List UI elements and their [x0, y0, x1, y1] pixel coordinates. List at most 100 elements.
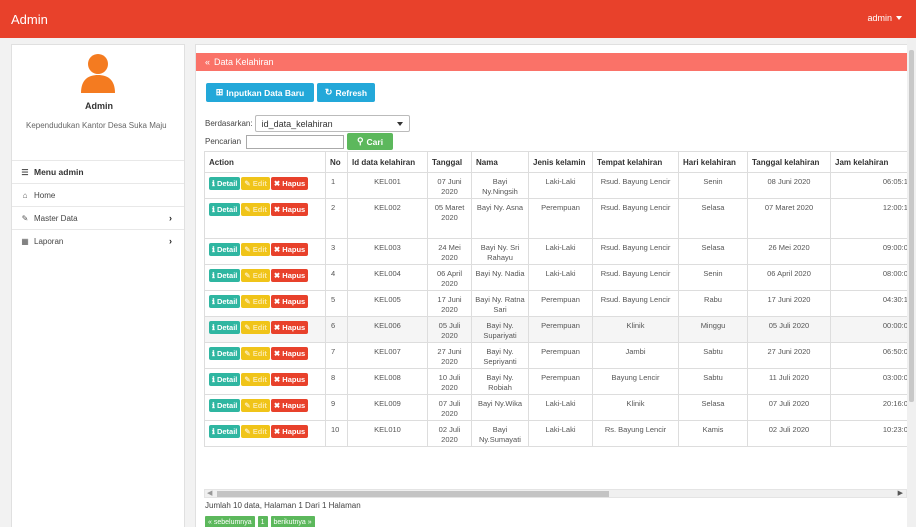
- delete-button[interactable]: ✖ Hapus: [270, 269, 309, 282]
- edit-button[interactable]: ✎ Edit: [241, 425, 270, 438]
- cell-id: KEL004: [347, 264, 428, 291]
- cell-nama: Bayi Ny.Sumayati: [471, 420, 529, 447]
- cell-hari: Senin: [678, 172, 748, 199]
- edit-button[interactable]: ✎ Edit: [241, 373, 270, 386]
- filter-label: Berdasarkan:: [205, 119, 253, 128]
- add-data-button[interactable]: ⊞ Inputkan Data Baru: [206, 83, 314, 102]
- pagination: « sebelumnya 1 berikutnya »: [205, 516, 315, 527]
- search-row: Pencarian ⚲ Cari: [205, 133, 394, 150]
- cell-jk: Perempuan: [528, 342, 593, 369]
- sidebar-item-master-data[interactable]: ✎ Master Data ›: [12, 206, 184, 229]
- cell-id: KEL006: [347, 316, 428, 343]
- detail-button[interactable]: ℹ Detail: [209, 373, 241, 386]
- refresh-button[interactable]: ↻ Refresh: [317, 83, 375, 102]
- next-page-button[interactable]: berikutnya »: [270, 516, 315, 527]
- scrollbar-thumb[interactable]: [217, 491, 609, 497]
- cell-jk: Laki-Laki: [528, 394, 593, 421]
- table-row: ℹ Detail ✎ Edit ✖ Hapus 10 KEL010 02 Juli 202…: [204, 420, 913, 447]
- cell-hari: Selasa: [678, 394, 748, 421]
- sidebar-item-laporan[interactable]: ▦ Laporan ›: [12, 229, 184, 252]
- cell-jk: Perempuan: [528, 290, 593, 317]
- delete-button[interactable]: ✖ Hapus: [270, 203, 309, 216]
- delete-button[interactable]: ✖ Hapus: [270, 321, 309, 334]
- menu-icon: ☰: [21, 167, 29, 177]
- user-menu-dropdown[interactable]: admin: [867, 13, 902, 23]
- filter-select[interactable]: id_data_kelahiran: [254, 115, 410, 132]
- user-name: admin: [867, 13, 892, 23]
- horizontal-scrollbar[interactable]: ◀ ▶: [204, 489, 907, 498]
- detail-button[interactable]: ℹ Detail: [209, 425, 241, 438]
- delete-button[interactable]: ✖ Hapus: [270, 373, 309, 386]
- edit-button[interactable]: ✎ Edit: [241, 203, 270, 216]
- cell-jam: 12:00:13: [830, 198, 913, 239]
- delete-button[interactable]: ✖ Hapus: [270, 177, 309, 190]
- cell-nama: Bayi Ny. Supariyati: [471, 316, 529, 343]
- cell-nama: Bayi Ny.Wika: [471, 394, 529, 421]
- edit-icon: ✎: [244, 179, 253, 188]
- column-header: Tanggal: [427, 151, 472, 173]
- action-cell: ℹ Detail ✎ Edit ✖ Hapus: [204, 290, 326, 317]
- detail-button[interactable]: ℹ Detail: [209, 295, 241, 308]
- cell-nama: Bayi Ny. Asna: [471, 198, 529, 239]
- cell-tgl_lahir: 07 Maret 2020: [747, 198, 831, 239]
- detail-button[interactable]: ℹ Detail: [209, 243, 241, 256]
- detail-button[interactable]: ℹ Detail: [209, 203, 241, 216]
- brand-logo[interactable]: Admin: [11, 12, 48, 27]
- cell-tempat: Jambi: [592, 342, 679, 369]
- sidebar-menu: ☰ Menu admin ⌂ Home ✎ Master Data › ▦ La…: [12, 160, 184, 252]
- cell-tanggal: 27 Juni 2020: [427, 342, 472, 369]
- current-page-button[interactable]: 1: [257, 516, 268, 527]
- cell-jk: Laki-Laki: [528, 264, 593, 291]
- edit-button[interactable]: ✎ Edit: [241, 243, 270, 256]
- column-header: No: [325, 151, 348, 173]
- scrollbar-thumb[interactable]: [909, 50, 914, 402]
- cell-no: 7: [325, 342, 348, 369]
- cell-hari: Minggu: [678, 316, 748, 343]
- column-header: Id data kelahiran: [347, 151, 428, 173]
- edit-button[interactable]: ✎ Edit: [241, 399, 270, 412]
- table-container: Action No Id data kelahiran Tanggal Nama…: [204, 151, 913, 483]
- action-cell: ℹ Detail ✎ Edit ✖ Hapus: [204, 316, 326, 343]
- detail-button[interactable]: ℹ Detail: [209, 269, 241, 282]
- caret-down-icon: [396, 121, 403, 126]
- panel-title: Data Kelahiran: [214, 57, 274, 67]
- cell-jam: 09:00:05: [830, 238, 913, 265]
- sidebar-menu-header: ☰ Menu admin: [12, 160, 184, 183]
- cell-tempat: Rsud. Bayung Lencir: [592, 290, 679, 317]
- cell-no: 2: [325, 198, 348, 239]
- search-button[interactable]: ⚲ Cari: [347, 133, 394, 150]
- edit-button[interactable]: ✎ Edit: [241, 321, 270, 334]
- cell-tempat: Klinik: [592, 394, 679, 421]
- delete-button[interactable]: ✖ Hapus: [270, 295, 309, 308]
- edit-icon: ✎: [244, 349, 253, 358]
- plus-square-icon: ⊞: [215, 87, 224, 97]
- delete-button[interactable]: ✖ Hapus: [270, 243, 309, 256]
- detail-button[interactable]: ℹ Detail: [209, 347, 241, 360]
- delete-button[interactable]: ✖ Hapus: [270, 425, 309, 438]
- edit-icon: ✎: [244, 245, 253, 254]
- sidebar-item-label: Master Data: [34, 213, 78, 223]
- filter-selected-value: id_data_kelahiran: [261, 118, 333, 129]
- vertical-scrollbar[interactable]: [907, 38, 916, 527]
- edit-button[interactable]: ✎ Edit: [241, 269, 270, 282]
- edit-button[interactable]: ✎ Edit: [241, 295, 270, 308]
- cell-tanggal: 02 Juli 2020: [427, 420, 472, 447]
- search-input[interactable]: [246, 134, 345, 149]
- delete-button[interactable]: ✖ Hapus: [270, 347, 309, 360]
- edit-button[interactable]: ✎ Edit: [241, 177, 270, 190]
- sidebar-item-home[interactable]: ⌂ Home: [12, 183, 184, 206]
- table-body: ℹ Detail ✎ Edit ✖ Hapus 1 KEL001 07 Juni 2020…: [204, 172, 913, 447]
- action-cell: ℹ Detail ✎ Edit ✖ Hapus: [204, 172, 326, 199]
- action-cell: ℹ Detail ✎ Edit ✖ Hapus: [204, 368, 326, 395]
- edit-button[interactable]: ✎ Edit: [241, 347, 270, 360]
- scroll-left-icon[interactable]: ◀: [207, 489, 212, 497]
- detail-button[interactable]: ℹ Detail: [209, 177, 241, 190]
- prev-page-button[interactable]: « sebelumnya: [205, 516, 255, 527]
- table-row: ℹ Detail ✎ Edit ✖ Hapus 6 KEL006 05 Juli 2020…: [204, 316, 913, 343]
- delete-button[interactable]: ✖ Hapus: [270, 399, 309, 412]
- cell-hari: Selasa: [678, 198, 748, 239]
- detail-button[interactable]: ℹ Detail: [209, 321, 241, 334]
- cell-jk: Laki-Laki: [528, 238, 593, 265]
- scroll-right-icon[interactable]: ▶: [898, 489, 903, 497]
- detail-button[interactable]: ℹ Detail: [209, 399, 241, 412]
